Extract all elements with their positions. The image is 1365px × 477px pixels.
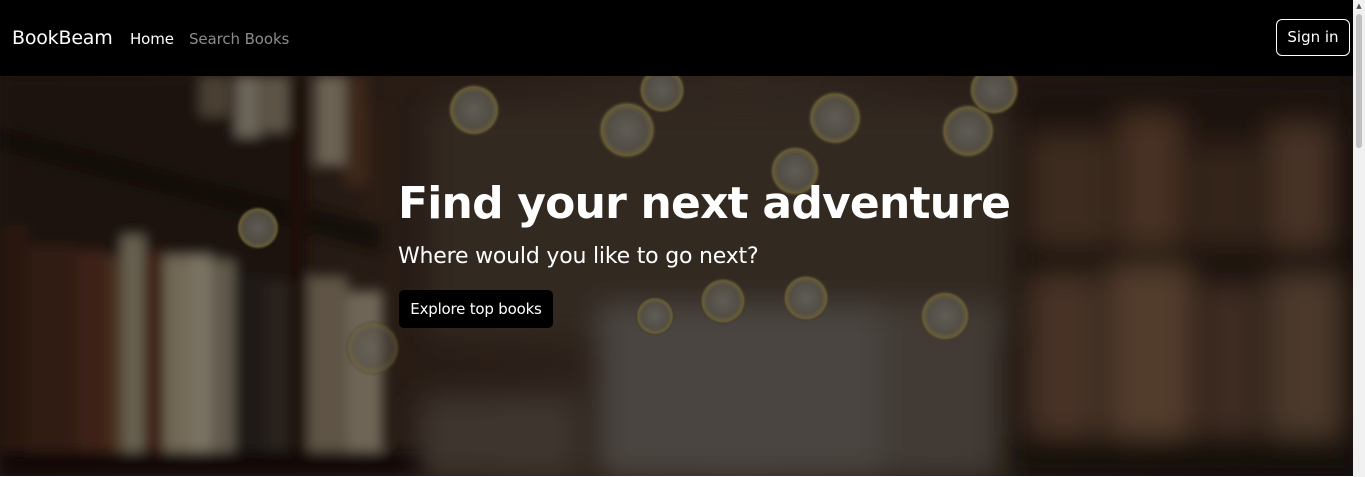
- nav-link-search-books[interactable]: Search Books: [189, 29, 289, 49]
- hero-background-image: [0, 76, 1353, 476]
- explore-top-books-button[interactable]: Explore top books: [399, 290, 553, 328]
- navbar: BookBeam Home Search Books Sign in: [0, 0, 1353, 76]
- hero-section: Find your next adventure Where would you…: [0, 76, 1353, 476]
- scrollbar-thumb[interactable]: [1356, 14, 1362, 148]
- hero-subtitle: Where would you like to go next?: [398, 244, 759, 269]
- triangle-up-icon[interactable]: ▲: [1353, 0, 1365, 12]
- brand-logo[interactable]: BookBeam: [12, 26, 113, 50]
- hero-title: Find your next adventure: [398, 178, 1011, 229]
- nav-link-home[interactable]: Home: [130, 29, 174, 49]
- vertical-scrollbar[interactable]: ▲: [1353, 0, 1365, 477]
- sign-in-button[interactable]: Sign in: [1276, 19, 1350, 56]
- page: BookBeam Home Search Books Sign in Find …: [0, 0, 1365, 477]
